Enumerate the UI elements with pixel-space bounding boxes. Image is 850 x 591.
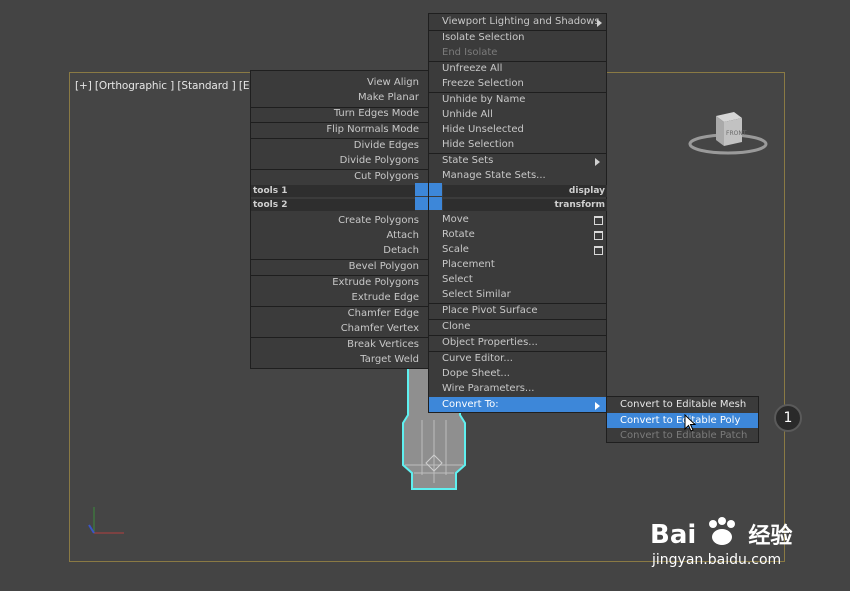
menu-item-unfreeze-all[interactable]: Unfreeze All [442, 62, 502, 76]
quad-center-tools2[interactable] [415, 197, 428, 210]
menu-item-viewport-lighting[interactable]: Viewport Lighting and Shadows [442, 15, 600, 29]
quad-header-transform[interactable]: transform [443, 199, 607, 211]
menu-item-freeze-selection[interactable]: Freeze Selection [442, 77, 524, 91]
menu-item-target-weld[interactable]: Target Weld [360, 353, 419, 367]
convert-to-submenu: Convert to Editable Mesh Convert to Edit… [606, 396, 759, 443]
menu-item-chamfer-edge[interactable]: Chamfer Edge [348, 307, 419, 321]
quad-center-display[interactable] [429, 183, 442, 196]
menu-item-divide-edges[interactable]: Divide Edges [354, 139, 419, 153]
menu-item-clone[interactable]: Clone [442, 320, 470, 334]
quad-header-tools-1[interactable]: tools 1 [251, 185, 415, 197]
settings-box-icon[interactable] [594, 246, 603, 255]
menu-item-extrude-edge[interactable]: Extrude Edge [352, 291, 419, 305]
menu-item-flip-normals-mode[interactable]: Flip Normals Mode [326, 123, 419, 137]
quad-center-transform[interactable] [429, 197, 442, 210]
menu-item-chamfer-vertex[interactable]: Chamfer Vertex [341, 322, 419, 336]
menu-item-scale[interactable]: Scale [442, 243, 469, 257]
menu-item-make-planar[interactable]: Make Planar [358, 91, 419, 105]
menu-item-unhide-by-name[interactable]: Unhide by Name [442, 93, 525, 107]
menu-item-cut-polygons[interactable]: Cut Polygons [354, 170, 419, 184]
menu-item-move[interactable]: Move [442, 213, 469, 227]
quad-menu-left: View Align Make Planar Turn Edges Mode F… [250, 70, 429, 369]
menu-item-convert-to[interactable]: Convert To: [442, 398, 499, 412]
submenu-arrow-icon [597, 19, 602, 27]
menu-item-isolate-selection[interactable]: Isolate Selection [442, 31, 525, 45]
menu-item-create-polygons[interactable]: Create Polygons [338, 214, 419, 228]
quad-header-display[interactable]: display [443, 185, 607, 197]
menu-item-break-vertices[interactable]: Break Vertices [347, 338, 419, 352]
menu-item-rotate[interactable]: Rotate [442, 228, 475, 242]
menu-item-hide-selection[interactable]: Hide Selection [442, 138, 514, 152]
menu-item-state-sets[interactable]: State Sets [442, 154, 493, 168]
quad-header-tools-2[interactable]: tools 2 [251, 199, 415, 211]
menu-item-object-properties[interactable]: Object Properties... [442, 336, 538, 350]
menu-item-attach[interactable]: Attach [387, 229, 419, 243]
menu-item-select-similar[interactable]: Select Similar [442, 288, 511, 302]
baidu-paw-icon [709, 517, 736, 545]
menu-item-hide-unselected[interactable]: Hide Unselected [442, 123, 524, 137]
menu-item-wire-parameters[interactable]: Wire Parameters... [442, 382, 534, 396]
menu-item-curve-editor[interactable]: Curve Editor... [442, 352, 513, 366]
menu-item-convert-to-editable-poly[interactable]: Convert to Editable Poly [620, 414, 740, 428]
menu-item-dope-sheet[interactable]: Dope Sheet... [442, 367, 510, 381]
menu-item-placement[interactable]: Placement [442, 258, 495, 272]
submenu-arrow-icon [595, 402, 600, 410]
menu-item-select[interactable]: Select [442, 273, 473, 287]
axis-gizmo-icon [88, 507, 124, 534]
quad-header-display-label: display [568, 186, 605, 196]
menu-item-turn-edges-mode[interactable]: Turn Edges Mode [334, 107, 419, 121]
menu-item-divide-polygons[interactable]: Divide Polygons [340, 154, 419, 168]
watermark-url: jingyan.baidu.com [652, 552, 782, 568]
settings-box-icon[interactable] [594, 231, 603, 240]
menu-item-view-align[interactable]: View Align [367, 76, 419, 90]
menu-item-bevel-polygon[interactable]: Bevel Polygon [349, 260, 419, 274]
watermark-logo-left: Bai [650, 520, 697, 550]
menu-item-place-pivot-surface[interactable]: Place Pivot Surface [442, 304, 538, 318]
menu-item-detach[interactable]: Detach [383, 244, 419, 258]
watermark-logo: Bai 经验 [650, 516, 792, 550]
quad-center-tools1[interactable] [415, 183, 428, 196]
quad-header-tools-1-label: tools 1 [253, 186, 288, 196]
menu-item-unhide-all[interactable]: Unhide All [442, 108, 493, 122]
viewport-label[interactable]: [+] [Orthographic ] [Standard ] [Ed [75, 80, 256, 92]
menu-item-convert-to-editable-mesh[interactable]: Convert to Editable Mesh [620, 398, 746, 412]
menu-item-end-isolate: End Isolate [442, 47, 498, 58]
menu-item-manage-state-sets[interactable]: Manage State Sets... [442, 169, 546, 183]
menu-item-extrude-polygons[interactable]: Extrude Polygons [332, 276, 419, 290]
settings-box-icon[interactable] [594, 216, 603, 225]
submenu-arrow-icon [595, 158, 600, 166]
mouse-cursor-icon [684, 414, 697, 432]
quad-header-transform-label: transform [554, 200, 606, 210]
quad-header-tools-2-label: tools 2 [253, 200, 288, 210]
step-badge: 1 [774, 404, 802, 432]
quad-menu-right: Viewport Lighting and Shadows Isolate Se… [428, 13, 607, 413]
viewcube-face-label: FRONT [726, 130, 747, 137]
watermark-logo-right: 经验 [748, 524, 793, 549]
viewcube-icon[interactable]: FRONT [686, 108, 770, 160]
